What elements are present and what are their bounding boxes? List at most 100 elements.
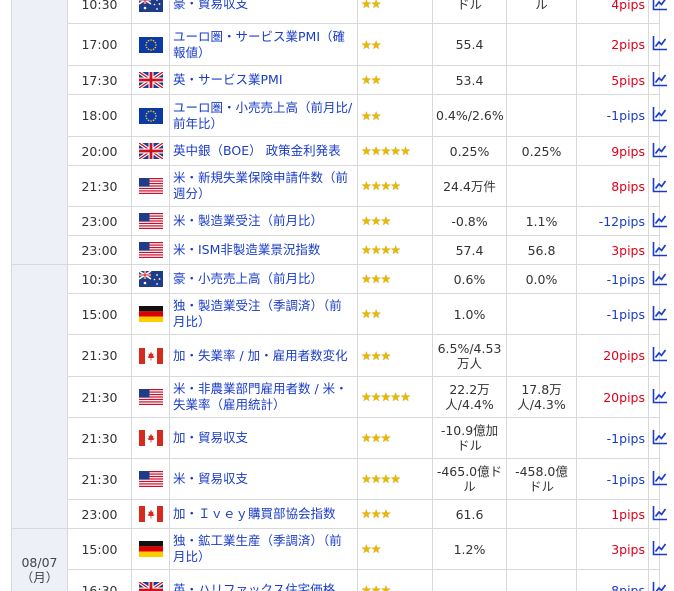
chart-cell[interactable] — [648, 528, 667, 570]
uk-flag-icon — [137, 141, 164, 161]
star-icon: ★ — [361, 108, 372, 123]
line-chart-icon[interactable] — [652, 212, 668, 231]
line-chart-icon[interactable] — [652, 177, 668, 196]
star-icon: ★ — [380, 348, 392, 363]
chart-cell[interactable] — [648, 235, 667, 265]
chart-cell[interactable] — [648, 165, 667, 207]
star-icon: ★ — [361, 507, 372, 521]
indicator-link[interactable]: 英・サービス業PMI — [169, 65, 358, 95]
us-flag-icon — [138, 213, 163, 230]
star-icon: ★ — [390, 390, 401, 404]
result-value: 0.6% — [432, 264, 507, 294]
line-chart-icon[interactable] — [652, 505, 668, 524]
flag-cell — [131, 293, 170, 335]
forecast-value — [506, 23, 577, 66]
chart-cell[interactable] — [648, 569, 667, 591]
forecast-value — [506, 165, 577, 207]
chart-cell[interactable] — [648, 499, 667, 529]
indicator-link[interactable]: 米・非農業部門雇用者数 / 米・失業率（雇用統計） — [169, 376, 358, 418]
chart-cell[interactable] — [648, 458, 667, 500]
table-row: 17:30 英・サービス業PMI ★★ 53.4 5pips — [12, 65, 667, 95]
chart-cell[interactable] — [648, 136, 667, 166]
indicator-link[interactable]: 加・失業率 / 加・雇用者数変化 — [169, 334, 358, 377]
indicator-link[interactable]: 米・新規失業保険申請件数（前週分） — [169, 165, 358, 207]
line-chart-icon[interactable] — [652, 36, 668, 54]
line-chart-icon[interactable] — [652, 107, 668, 125]
line-chart-icon[interactable] — [652, 241, 668, 260]
line-chart-icon[interactable] — [652, 470, 668, 489]
us-flag-icon — [138, 242, 163, 259]
line-chart-icon[interactable] — [652, 0, 668, 14]
star-icon: ★ — [370, 73, 382, 87]
line-chart-icon[interactable] — [652, 540, 668, 559]
line-chart-icon[interactable] — [652, 142, 668, 161]
forecast-value: 0.25% — [506, 136, 577, 166]
result-value: 0.4%/2.6% — [432, 94, 507, 137]
chart-cell[interactable] — [648, 94, 667, 137]
table-row: 21:30 加・失業率 / 加・雇用者数変化 ★★★ 6.5%/4.53万人 20pip… — [12, 334, 667, 377]
line-chart-icon[interactable] — [652, 429, 668, 448]
forecast-value — [506, 293, 577, 335]
star-icon: ★ — [370, 272, 382, 286]
forecast-value: -458.0億ドル — [506, 458, 577, 500]
line-chart-icon[interactable] — [652, 305, 668, 324]
star-icon: ★ — [380, 179, 392, 193]
star-icon: ★ — [370, 507, 382, 521]
star-icon: ★ — [380, 507, 392, 521]
chart-cell[interactable] — [648, 376, 667, 418]
indicator-link[interactable]: 独・製造業受注（季調済）（前月比） — [169, 293, 358, 335]
line-chart-icon[interactable] — [652, 347, 668, 365]
star-icon: ★ — [380, 243, 392, 257]
star-icon: ★ — [370, 348, 382, 363]
indicator-link[interactable]: ユーロ圏・小売売上高（前月比/前年比） — [169, 94, 358, 137]
indicator-link[interactable]: 豪・小売売上高（前月比） — [169, 264, 358, 294]
de-flag-icon — [138, 541, 163, 558]
chart-cell[interactable] — [648, 206, 667, 236]
chart-cell[interactable] — [648, 23, 667, 66]
indicator-link[interactable]: 独・鉱工業生産（季調済）（前月比） — [169, 528, 358, 570]
star-icon: ★ — [361, 583, 372, 591]
result-value: -10.9億加ドル — [432, 417, 507, 459]
calendar-body: 10:30 豪・貿易収支 ★★ ドルル 4pips 17:00 ユーロ圏・サービス業PMI（… — [11, 0, 667, 591]
flag-cell — [131, 376, 170, 418]
indicator-link[interactable]: ユーロ圏・サービス業PMI（確報値） — [169, 23, 358, 66]
flag-cell — [131, 206, 170, 236]
forecast-value — [506, 499, 577, 529]
star-icon: ★ — [370, 583, 382, 591]
result-value: 57.4 — [432, 235, 507, 265]
pips-value: 3pips — [576, 235, 649, 265]
indicator-link[interactable]: 米・製造業受注（前月比） — [169, 206, 358, 236]
star-icon: ★ — [380, 144, 392, 158]
line-chart-icon[interactable] — [652, 71, 668, 90]
table-row: 17:00 ユーロ圏・サービス業PMI（確報値） ★★ 55.4 2pips — [12, 23, 667, 66]
indicator-link[interactable]: 米・ISM非製造業景況指数 — [169, 235, 358, 265]
table-row: 23:00 米・製造業受注（前月比） ★★★ -0.8% 1.1% -12pips — [12, 206, 667, 236]
importance-stars: ★★★ — [357, 569, 433, 591]
indicator-link[interactable]: 豪・貿易収支 — [169, 0, 358, 24]
star-icon: ★ — [361, 390, 372, 404]
pips-value: -1pips — [576, 94, 649, 137]
chart-cell[interactable] — [648, 0, 667, 24]
line-chart-icon[interactable] — [652, 581, 668, 591]
line-chart-icon[interactable] — [652, 388, 668, 407]
pips-value: -12pips — [576, 206, 649, 236]
line-chart-icon[interactable] — [652, 270, 668, 289]
indicator-link[interactable]: 加・貿易収支 — [169, 417, 358, 459]
date-cell — [11, 0, 68, 265]
chart-cell[interactable] — [648, 65, 667, 95]
pips-value: 3pips — [576, 528, 649, 570]
economic-calendar: 10:30 豪・貿易収支 ★★ ドルル 4pips 17:00 ユーロ圏・サービス業PMI（… — [0, 0, 674, 591]
chart-cell[interactable] — [648, 264, 667, 294]
time-cell: 21:30 — [67, 376, 132, 418]
indicator-link[interactable]: 加・Ｉｖｅｙ購買部協会指数 — [169, 499, 358, 529]
chart-cell[interactable] — [648, 417, 667, 459]
chart-cell[interactable] — [648, 334, 667, 377]
time-cell: 10:30 — [67, 264, 132, 294]
time-cell: 17:00 — [67, 23, 132, 66]
uk-flag-icon — [137, 580, 164, 591]
indicator-link[interactable]: 英中銀（BOE） 政策金利発表 — [169, 136, 358, 166]
indicator-link[interactable]: 米・貿易収支 — [169, 458, 358, 500]
star-icon: ★ — [380, 431, 392, 445]
indicator-link[interactable]: 英・ハリファックス住宅価格 — [169, 569, 358, 591]
chart-cell[interactable] — [648, 293, 667, 335]
